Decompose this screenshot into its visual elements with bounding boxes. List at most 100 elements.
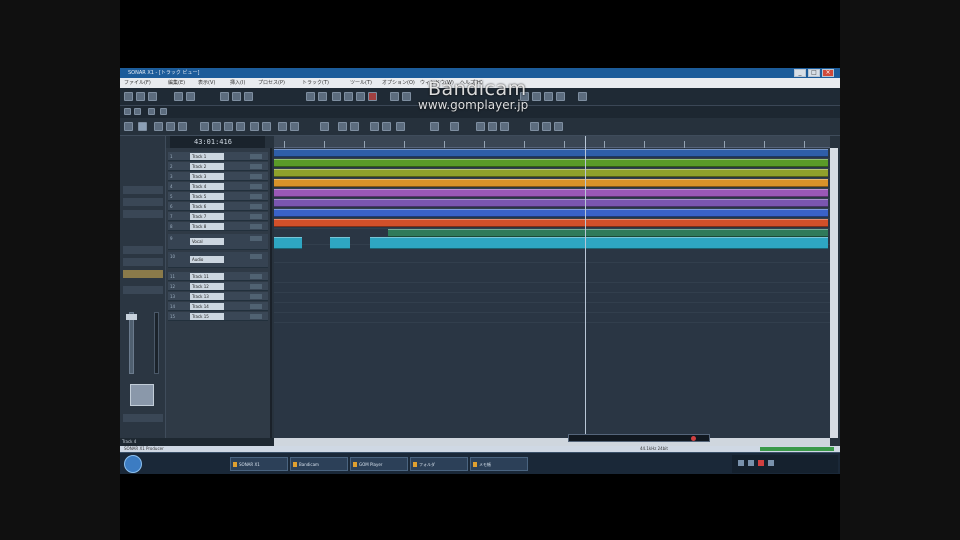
metronome-icon[interactable] xyxy=(306,92,315,101)
menu-file[interactable]: ファイル(F) xyxy=(124,78,151,88)
preset-icon[interactable] xyxy=(148,108,155,115)
inspector-track-name[interactable] xyxy=(123,414,163,422)
track-header[interactable]: 8 Track 8 xyxy=(168,222,268,231)
taskbar-item[interactable]: メモ帳 xyxy=(470,457,528,471)
menu-insert[interactable]: 挿入(I) xyxy=(230,78,245,88)
view-options-icon[interactable] xyxy=(320,122,329,131)
track-controls[interactable] xyxy=(250,236,262,241)
cut-icon[interactable] xyxy=(220,92,229,101)
undo-icon[interactable] xyxy=(174,92,183,101)
track-view-icon[interactable] xyxy=(124,108,131,115)
hide-icon[interactable] xyxy=(488,122,497,131)
audiosnap-icon[interactable] xyxy=(396,122,405,131)
volume-icon[interactable] xyxy=(738,460,744,466)
track-header[interactable]: 10 Audio xyxy=(168,252,268,268)
track-name[interactable]: Track 14 xyxy=(190,303,224,310)
inspector-fx[interactable] xyxy=(123,246,163,254)
draw-tool-icon[interactable] xyxy=(154,122,163,131)
event-list-icon[interactable] xyxy=(556,92,565,101)
track-controls[interactable] xyxy=(250,174,262,179)
track-controls[interactable] xyxy=(250,284,262,289)
timing-tool-icon[interactable] xyxy=(212,122,221,131)
mini-transport[interactable] xyxy=(568,434,710,442)
track-name[interactable]: Track 4 xyxy=(190,183,224,190)
track-header[interactable]: 15 Track 15 xyxy=(168,312,268,321)
recording-icon[interactable] xyxy=(758,460,764,466)
track-name[interactable]: Track 15 xyxy=(190,313,224,320)
track-header[interactable]: 1 Track 1 xyxy=(168,152,268,161)
timeline-ruler[interactable] xyxy=(274,136,830,148)
track-controls[interactable] xyxy=(250,274,262,279)
minimize-button[interactable]: _ xyxy=(794,69,806,77)
staff-icon[interactable] xyxy=(544,92,553,101)
copy-icon[interactable] xyxy=(232,92,241,101)
redo-icon[interactable] xyxy=(186,92,195,101)
track-header[interactable]: 13 Track 13 xyxy=(168,292,268,301)
snap-grid-icon[interactable] xyxy=(224,122,233,131)
vertical-scrollbar[interactable] xyxy=(830,148,838,438)
track-controls[interactable] xyxy=(250,164,262,169)
loop-icon[interactable] xyxy=(318,92,327,101)
track-header[interactable]: 11 Track 11 xyxy=(168,272,268,281)
piano-roll-icon[interactable] xyxy=(532,92,541,101)
menu-options[interactable]: オプション(O) xyxy=(382,78,415,88)
track-name[interactable]: Track 6 xyxy=(190,203,224,210)
menu-edit[interactable]: 編集(E) xyxy=(168,78,185,88)
track-folder-icon[interactable] xyxy=(430,122,439,131)
show-all-icon[interactable] xyxy=(476,122,485,131)
track-name[interactable]: Audio xyxy=(190,256,224,263)
inspector-icon[interactable] xyxy=(530,122,539,131)
track-name[interactable]: Track 7 xyxy=(190,213,224,220)
track-header[interactable]: 7 Track 7 xyxy=(168,212,268,221)
track-header[interactable]: 14 Track 14 xyxy=(168,302,268,311)
inspector-preset[interactable] xyxy=(123,186,163,194)
maximize-button[interactable]: □ xyxy=(808,69,820,77)
volume-fader[interactable] xyxy=(129,312,134,374)
track-controls[interactable] xyxy=(250,214,262,219)
markers-icon[interactable] xyxy=(160,108,167,115)
audio-clip[interactable] xyxy=(406,237,828,249)
track-name[interactable]: Track 5 xyxy=(190,193,224,200)
play-icon[interactable] xyxy=(356,92,365,101)
menu-track[interactable]: トラック(T) xyxy=(302,78,329,88)
track-name[interactable]: Track 8 xyxy=(190,223,224,230)
midi-clip[interactable] xyxy=(274,159,828,167)
inspector-mute-solo[interactable] xyxy=(123,270,163,278)
smart-tool-icon[interactable] xyxy=(138,122,147,131)
track-header[interactable]: 5 Track 5 xyxy=(168,192,268,201)
audio-clip[interactable] xyxy=(330,237,350,249)
erase-tool-icon[interactable] xyxy=(166,122,175,131)
track-name[interactable]: Track 11 xyxy=(190,273,224,280)
midi-clip[interactable] xyxy=(274,219,828,227)
horizontal-scrollbar[interactable] xyxy=(274,438,830,446)
audio-clip[interactable] xyxy=(388,229,828,237)
track-name[interactable]: Track 3 xyxy=(190,173,224,180)
track-header[interactable]: 2 Track 2 xyxy=(168,162,268,171)
close-button[interactable]: × xyxy=(822,69,834,77)
menu-process[interactable]: プロセス(P) xyxy=(258,78,285,88)
fader-knob[interactable] xyxy=(126,314,137,320)
track-name[interactable]: Track 1 xyxy=(190,153,224,160)
inspector-input[interactable] xyxy=(123,198,163,206)
track-controls[interactable] xyxy=(250,304,262,309)
midi-clip[interactable] xyxy=(274,149,828,157)
browser-icon[interactable] xyxy=(578,92,587,101)
track-name[interactable]: Track 13 xyxy=(190,293,224,300)
zoom-out-icon[interactable] xyxy=(350,122,359,131)
lanes-icon[interactable] xyxy=(278,122,287,131)
track-controls[interactable] xyxy=(250,194,262,199)
select-tool-icon[interactable] xyxy=(124,122,133,131)
menu-view[interactable]: 表示(V) xyxy=(198,78,215,88)
track-controls[interactable] xyxy=(250,224,262,229)
region-icon[interactable] xyxy=(382,122,391,131)
taskbar-item[interactable]: SONAR X1 xyxy=(230,457,288,471)
taskbar-item[interactable]: GOM Player xyxy=(350,457,408,471)
track-controls[interactable] xyxy=(250,154,262,159)
clip-lock-icon[interactable] xyxy=(450,122,459,131)
track-controls[interactable] xyxy=(250,204,262,209)
new-icon[interactable] xyxy=(124,92,133,101)
rewind-icon[interactable] xyxy=(332,92,341,101)
track-header[interactable]: 4 Track 4 xyxy=(168,182,268,191)
save-icon[interactable] xyxy=(148,92,157,101)
track-name[interactable]: Track 12 xyxy=(190,283,224,290)
